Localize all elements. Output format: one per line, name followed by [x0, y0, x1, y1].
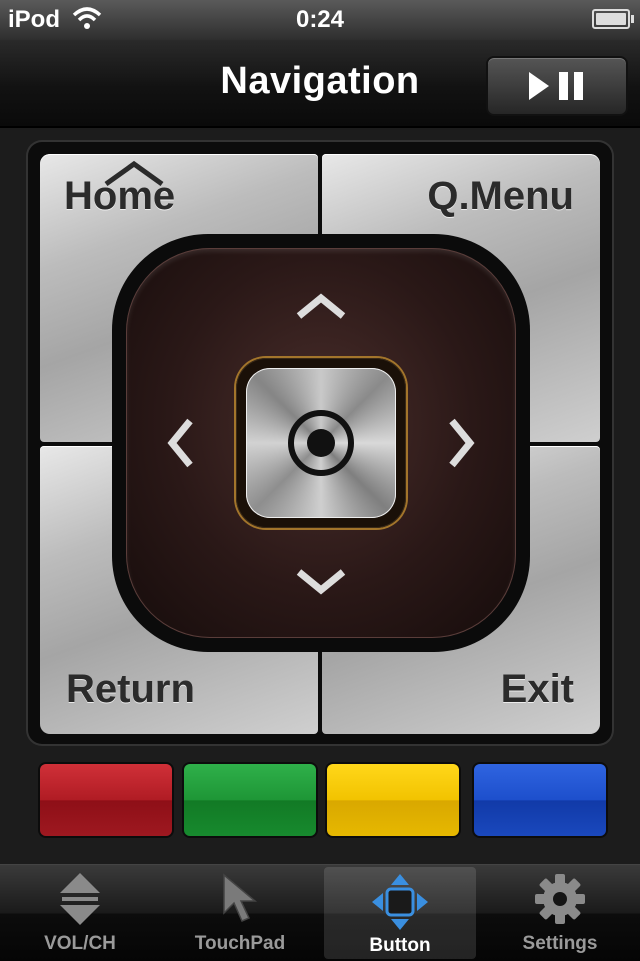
tab-touchpad[interactable]: TouchPad	[164, 865, 316, 961]
tab-label: Settings	[522, 933, 598, 954]
battery-icon	[592, 9, 634, 29]
blue-button[interactable]	[474, 764, 606, 836]
tab-button[interactable]: Button	[324, 867, 476, 959]
dpad-ring	[112, 234, 530, 652]
navigation-bar: Navigation	[0, 40, 640, 128]
tab-label: Button	[369, 935, 431, 956]
play-pause-button[interactable]	[486, 56, 628, 116]
dpad-icon	[372, 874, 428, 930]
yellow-button[interactable]	[327, 764, 459, 836]
return-label: Return	[66, 667, 195, 711]
clock: 0:24	[295, 6, 345, 33]
play-pause-icon	[529, 72, 583, 100]
tab-settings[interactable]: Settings	[484, 865, 636, 961]
tab-label: VOL/CH	[44, 933, 116, 954]
status-bar: iPod 0:24	[0, 0, 640, 40]
down-arrow-button[interactable]	[293, 566, 349, 596]
left-arrow-button[interactable]	[166, 415, 196, 471]
ok-button-frame	[236, 358, 406, 528]
pointer-icon	[223, 873, 258, 922]
target-icon	[288, 410, 354, 476]
red-button[interactable]	[40, 764, 172, 836]
ok-button[interactable]	[246, 368, 396, 518]
exit-label: Exit	[500, 667, 574, 711]
remote-panel: Home Q.Menu Return Exit	[28, 142, 612, 744]
right-arrow-button[interactable]	[446, 415, 476, 471]
tab-vol-ch[interactable]: VOL/CH	[4, 865, 156, 961]
gear-icon	[535, 874, 585, 924]
green-button[interactable]	[184, 764, 316, 836]
tab-label: TouchPad	[194, 933, 286, 954]
tab-bar: VOL/CH TouchPad Button Settings	[0, 864, 640, 961]
home-label: Home	[64, 174, 176, 218]
up-down-icon	[60, 873, 100, 925]
up-arrow-button[interactable]	[293, 292, 349, 322]
qmenu-label: Q.Menu	[427, 174, 574, 218]
dpad	[126, 248, 516, 638]
